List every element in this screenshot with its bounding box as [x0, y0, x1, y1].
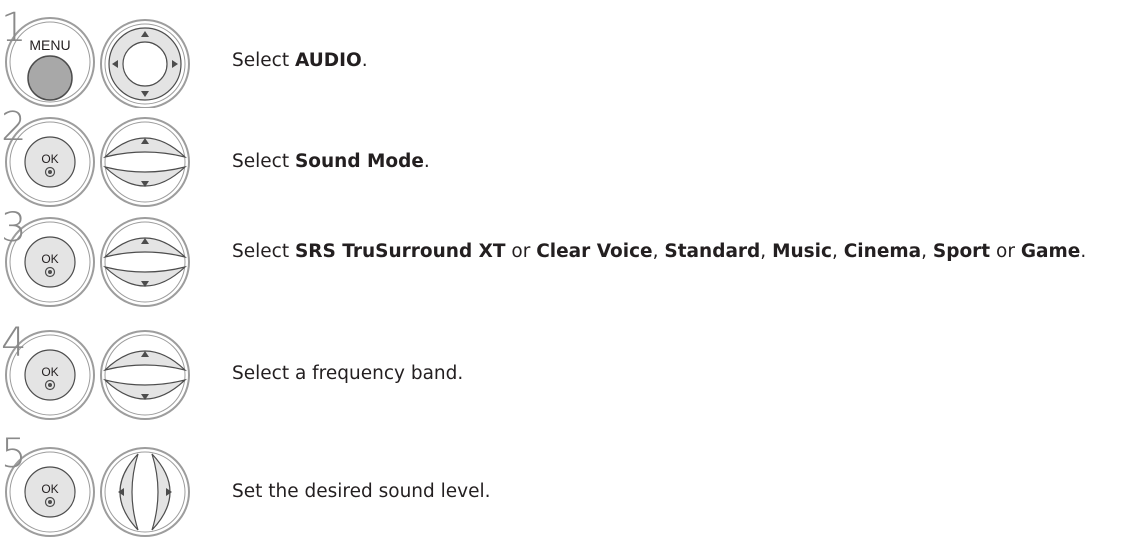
- step-number: 2: [1, 104, 27, 150]
- left-right-arrows-icon: [100, 447, 190, 537]
- menu-key-label: MENU: [29, 37, 70, 53]
- step-5-description: Set the desired sound level.: [232, 480, 1137, 504]
- text-run: ,: [760, 241, 773, 262]
- step-2-buttons: OK: [5, 117, 190, 207]
- step-5-buttons: OK: [5, 447, 190, 537]
- ok-key-label: OK: [41, 252, 58, 266]
- step-number: 5: [1, 431, 27, 477]
- step-4-description: Select a frequency band.: [232, 362, 1137, 386]
- bold-term: SRS TruSurround XT: [294, 241, 506, 262]
- step-1: MENU 1 Select AUDIO.: [0, 8, 1142, 108]
- up-down-arrows-icon: [100, 217, 190, 307]
- bold-term: Game: [1020, 241, 1081, 262]
- text-run: .: [423, 151, 430, 172]
- text-run: or: [990, 241, 1021, 262]
- text-run: ,: [831, 241, 844, 262]
- up-down-arrows-icon: [100, 330, 190, 420]
- step-4-buttons: OK: [5, 330, 190, 420]
- ok-key-label: OK: [41, 482, 58, 496]
- text-run: Select: [232, 151, 295, 172]
- text-run: Select: [232, 50, 295, 71]
- step-2-description: Select Sound Mode.: [232, 150, 1137, 174]
- step-1-buttons: MENU: [5, 17, 190, 108]
- bold-term: Music: [772, 241, 832, 262]
- bold-term: Standard: [664, 241, 761, 262]
- text-run: .: [1080, 241, 1087, 262]
- menu-button-icon: [27, 55, 73, 101]
- bold-term: AUDIO: [294, 50, 362, 71]
- step-number: 3: [1, 205, 27, 251]
- step-1-description: Select AUDIO.: [232, 49, 1137, 73]
- bold-term: Sound Mode: [294, 151, 424, 172]
- text-run: Select a frequency band.: [232, 363, 464, 384]
- step-3-description: Select SRS TruSurround XT or Clear Voice…: [232, 240, 1137, 264]
- text-run: Set the desired sound level.: [232, 481, 491, 502]
- bold-term: Cinema: [843, 241, 922, 262]
- ok-key-label: OK: [41, 365, 58, 379]
- text-run: or: [505, 241, 537, 262]
- four-way-dpad-icon: [100, 19, 190, 108]
- step-number: 1: [1, 5, 27, 51]
- text-run: Select: [232, 241, 295, 262]
- text-run: .: [361, 50, 368, 71]
- up-down-arrows-icon: [100, 117, 190, 207]
- bold-term: Sport: [932, 241, 991, 262]
- bold-term: Clear Voice: [536, 241, 653, 262]
- step-2: OK 2 Select Sound Mode.: [0, 107, 1142, 207]
- step-3-buttons: OK: [5, 217, 190, 307]
- text-run: ,: [921, 241, 933, 262]
- ok-key-label: OK: [41, 152, 58, 166]
- text-run: ,: [652, 241, 665, 262]
- step-5: OK 5 Set the desired sound level.: [0, 431, 1142, 537]
- step-4: OK 4 Select a frequency band.: [0, 323, 1142, 423]
- step-3: OK 3 Select SRS TruSurround XT or Clear …: [0, 208, 1142, 308]
- step-number: 4: [1, 320, 27, 366]
